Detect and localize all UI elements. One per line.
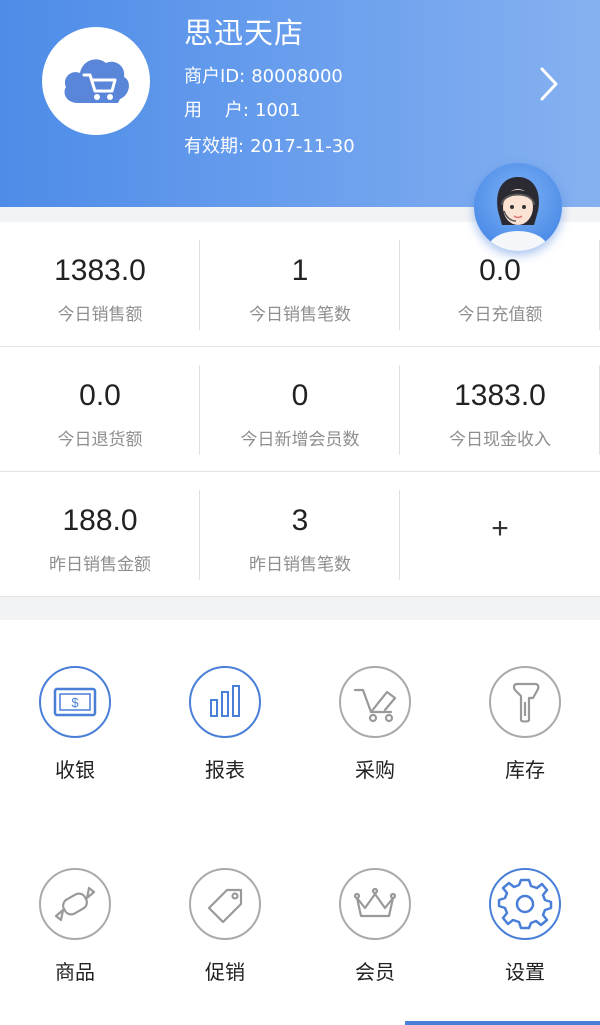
- menu-item-cashier[interactable]: $ 收银: [0, 666, 150, 796]
- merchant-id-value: 80008000: [251, 66, 343, 87]
- stat-value: 0: [291, 379, 309, 412]
- candy-icon: [39, 868, 111, 940]
- stat-label: 今日销售笔数: [249, 305, 351, 325]
- menu-label: 设置: [505, 960, 545, 984]
- stat-label: 今日销售额: [57, 305, 143, 325]
- bar-chart-icon: [189, 666, 261, 738]
- stat-today-returns[interactable]: 0.0 今日退货额: [0, 347, 200, 472]
- stat-value: 1383.0: [54, 254, 146, 287]
- expiry-label: 有效期:: [184, 136, 245, 157]
- stat-label: 昨日销售笔数: [249, 555, 351, 575]
- stat-value: 3: [291, 504, 309, 537]
- stats-row-2: 0.0 今日退货额 0 今日新增会员数 1383.0 今日现金收入: [0, 347, 600, 472]
- user-line: 用 户: 1001: [184, 96, 301, 122]
- menu-label: 采购: [355, 758, 395, 782]
- svg-text:$: $: [71, 695, 79, 710]
- expiry-line: 有效期: 2017-11-30: [184, 132, 355, 158]
- customer-service-avatar[interactable]: [474, 163, 562, 251]
- stat-value: 0.0: [479, 254, 521, 287]
- chevron-right-icon[interactable]: [534, 66, 564, 102]
- stat-value: 188.0: [62, 504, 138, 537]
- stat-value: 1383.0: [454, 379, 546, 412]
- menu-label: 商品: [55, 960, 95, 984]
- stat-label: 今日现金收入: [449, 430, 551, 450]
- stat-label: 今日充值额: [457, 305, 543, 325]
- menu-item-inventory[interactable]: 库存: [450, 666, 600, 796]
- menu-item-purchase[interactable]: 采购: [300, 666, 450, 796]
- add-stat-button[interactable]: +: [400, 472, 600, 597]
- stat-value: 1: [291, 254, 309, 287]
- menu-item-settings[interactable]: 设置: [450, 868, 600, 998]
- expiry-value: 2017-11-30: [250, 136, 355, 157]
- store-name: 思迅天店: [184, 16, 305, 50]
- menu-label: 库存: [505, 758, 545, 782]
- gear-icon: [489, 868, 561, 940]
- cloud-cart-icon: [64, 59, 129, 103]
- stat-today-cash-income[interactable]: 1383.0 今日现金收入: [400, 347, 600, 472]
- cash-register-icon: $: [39, 666, 111, 738]
- user-value: 1001: [254, 100, 301, 121]
- stats-panel: 1383.0 今日销售额 1 今日销售笔数 0.0 今日充值额 0.0 今日退货…: [0, 222, 600, 597]
- stat-yesterday-orders[interactable]: 3 昨日销售笔数: [200, 472, 400, 597]
- stat-value: 0.0: [79, 379, 121, 412]
- function-menu: $ 收银 报表 采购 库存 商品 促销 会员 设置: [0, 620, 600, 1025]
- menu-item-members[interactable]: 会员: [300, 868, 450, 998]
- stat-label: 今日退货额: [57, 430, 143, 450]
- cart-icon: [339, 666, 411, 738]
- stat-label: 昨日销售金额: [49, 555, 151, 575]
- stat-yesterday-sales[interactable]: 188.0 昨日销售金额: [0, 472, 200, 597]
- tag-icon: [189, 868, 261, 940]
- stats-row-3: 188.0 昨日销售金额 3 昨日销售笔数 +: [0, 472, 600, 597]
- stat-today-sales[interactable]: 1383.0 今日销售额: [0, 222, 200, 347]
- stat-today-new-members[interactable]: 0 今日新增会员数: [200, 347, 400, 472]
- store-logo: [42, 27, 150, 135]
- crown-icon: [339, 868, 411, 940]
- plus-icon: +: [491, 512, 509, 545]
- menu-label: 收银: [55, 758, 95, 782]
- stat-label: 今日新增会员数: [240, 430, 360, 450]
- menu-label: 会员: [355, 960, 395, 984]
- menu-label: 促销: [205, 960, 245, 984]
- menu-item-reports[interactable]: 报表: [150, 666, 300, 796]
- support-agent-icon: [488, 177, 548, 251]
- user-label: 用 户:: [184, 100, 249, 121]
- menu-label: 报表: [205, 758, 245, 782]
- merchant-id-line: 商户ID: 80008000: [184, 62, 343, 88]
- scanner-icon: [489, 666, 561, 738]
- menu-item-promotions[interactable]: 促销: [150, 868, 300, 998]
- stat-today-orders[interactable]: 1 今日销售笔数: [200, 222, 400, 347]
- menu-item-products[interactable]: 商品: [0, 868, 150, 998]
- bottom-indicator: [405, 1021, 600, 1025]
- merchant-id-label: 商户ID:: [184, 66, 246, 87]
